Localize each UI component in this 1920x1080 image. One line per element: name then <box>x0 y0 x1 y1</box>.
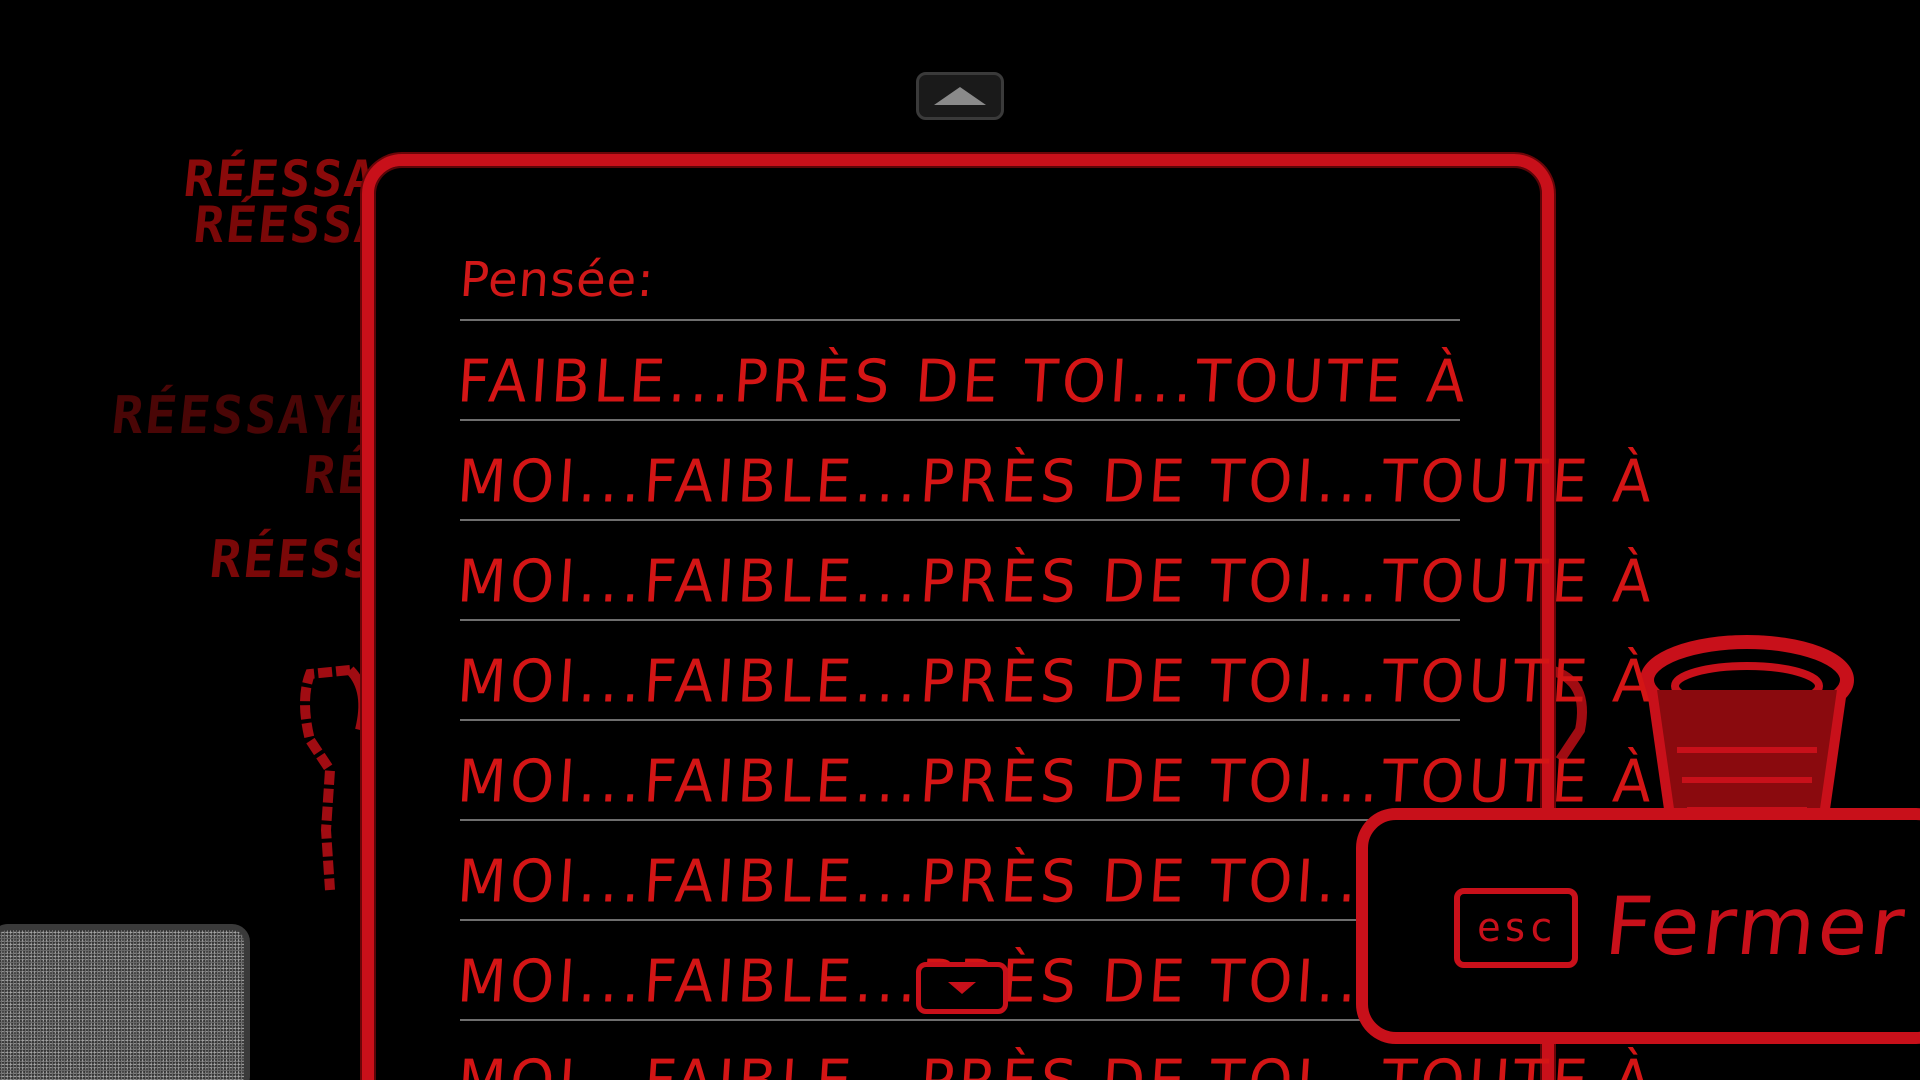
arrow-up-icon <box>934 87 986 105</box>
rule-line <box>460 919 1460 921</box>
game-screen: RÉESSAYER RÉESSAYER RÉESSAYER RÉESSAYER … <box>0 0 1920 1080</box>
thought-line: MOI...FAIBLE...PRÈS DE TOI...TOUTE À <box>455 548 1658 617</box>
thought-line: MOI...FAIBLE...PRÈS DE TOI...TOUTE À <box>455 448 1658 517</box>
thought-line: FAIBLE...PRÈS DE TOI...TOUTE À <box>455 348 1472 417</box>
rule-line <box>460 819 1460 821</box>
rule-line <box>460 619 1460 621</box>
inventory-tile[interactable] <box>0 924 250 1080</box>
thought-line: MOI...FAIBLE...PRÈS DE TOI...TOUTE À <box>455 1048 1657 1080</box>
thought-line: MOI...FAIBLE...PRÈS DE TOI...TOUTE À <box>455 648 1658 717</box>
thought-label: Pensée: <box>458 252 657 308</box>
rule-line <box>460 519 1460 521</box>
rule-line <box>460 419 1460 421</box>
rule-line <box>460 319 1460 321</box>
scroll-down-button[interactable] <box>916 962 1008 1014</box>
scroll-up-button[interactable] <box>916 72 1004 120</box>
arrow-down-icon <box>948 982 976 994</box>
thought-line: MOI...FAIBLE...PRÈS DE TOI...TOUTE À <box>455 748 1658 817</box>
close-label: Fermer <box>1601 880 1912 973</box>
rule-line <box>460 719 1460 721</box>
esc-key-hint: esc <box>1454 888 1578 968</box>
rule-line <box>460 1019 1460 1021</box>
